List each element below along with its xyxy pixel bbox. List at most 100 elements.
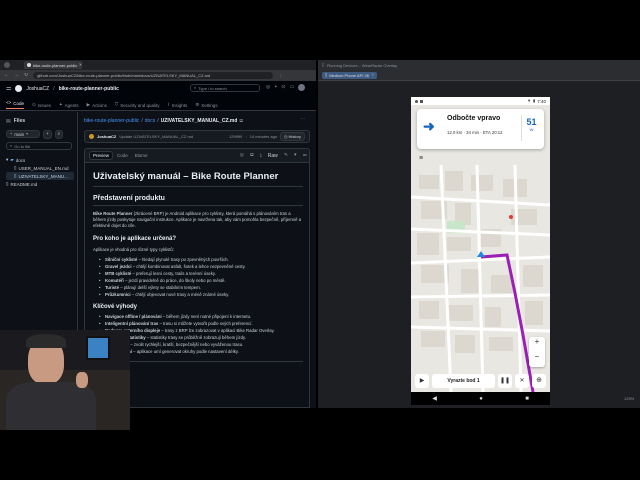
section-who-heading: Pro koho je aplikace určená? [93,236,177,242]
code-tab[interactable]: Code [114,152,131,159]
tab-agents-label: Agents [64,102,79,108]
branch-icon: ⑂ [10,132,13,136]
zoom-out-icon[interactable]: − [529,352,545,367]
list-item-bold: Gravel jezdci [105,264,132,269]
hamburger-menu-icon[interactable]: ☰ [6,86,11,92]
copy-path-icon[interactable]: ⧉ [239,119,243,124]
menu-icon[interactable]: ≡ [419,155,423,162]
pause-icon[interactable]: ❚❚ [498,374,512,388]
zoom-level: 125% [624,396,635,401]
back-icon[interactable]: ◀ [432,396,437,402]
forward-icon[interactable]: → [14,73,19,78]
chevron-down-icon: ▾ [6,156,9,162]
tree-file-user-manual-en[interactable]: ▯ USER_MANUAL_EN.md [6,164,74,172]
tab-actions[interactable]: ▶ Actions [87,102,107,107]
tab-code-label: Code [13,101,25,106]
map-block [491,275,513,293]
search-files-icon[interactable]: ⌕ [54,130,64,139]
repo-owner-link[interactable]: JoshuaCZ [26,86,49,92]
tree-folder-docs[interactable]: ▾ ▰ docs [6,156,74,164]
tree-file-readme[interactable]: ▯ README.md [6,180,74,188]
list-item-text: – zvolit rychlejší, kratší, bezpečnější … [129,342,244,347]
recents-icon[interactable]: ■ [525,396,529,402]
speed-panel: 51 W [521,115,541,141]
waypoint-button[interactable]: Vyrazte bod 1 [432,374,495,388]
search-placeholder: Type / to search [198,85,227,91]
play-icon[interactable]: ▶ [415,374,429,388]
sidebar-toggle-icon[interactable]: ▤ [6,119,11,124]
more-options-icon[interactable]: ⋯ [300,117,305,122]
map-block [445,171,463,191]
list-item: Průzkumníci – chtějí objevovat nové tras… [99,291,303,298]
webcam-person-headphones [26,334,66,348]
poi-marker [509,215,513,219]
tree-item-label: UZIVATELSKY_MANU... [18,173,68,179]
window-menu-icon[interactable] [4,62,10,68]
webcam-person-body [6,382,96,430]
address-bar-text: github.com/JoshuaCZ/bike-route-planner-p… [37,73,211,78]
download-icon[interactable]: ⤓ [260,153,262,158]
recenter-icon[interactable]: ⊕ [532,374,546,388]
tab-issues-label: Issues [37,102,51,108]
shield-icon: ⛉ [114,101,119,107]
copilot-icon[interactable]: ◎ [266,85,270,90]
map-block [455,335,475,353]
close-tab-icon[interactable]: ✕ [79,63,82,67]
device-tab[interactable]: ▯ Medium Phone API 36 ✕ [322,71,378,79]
list-item-text: – chtějí objevovat nové trasy a méně zná… [130,292,230,297]
outline-icon[interactable]: ☰ [303,153,307,158]
breadcrumb-dir-link[interactable]: docs [145,118,156,124]
edit-icon[interactable]: ✎ [284,153,288,158]
emulator-window: ▯ Running Devices – WearRadar Overlay ▯ … [318,60,640,408]
list-item: Silniční cyklisté – hledají plynulé tras… [99,256,303,263]
browser-tab[interactable]: bike-route-planner-public ✕ [24,61,82,69]
repo-name-link[interactable]: bike-route-planner-public [59,86,119,92]
status-time: 7:40 [537,98,546,104]
map-view[interactable]: ➜ Odbočte vpravo 12.0 km · 34 min · ETA … [411,105,550,392]
history-button[interactable]: ◷ History [280,132,305,141]
blame-tab[interactable]: Blame [132,152,151,159]
inbox-icon[interactable]: ▭ [290,85,295,90]
browser-toolbar: ← → ↻ github.com/JoshuaCZ/bike-route-pla… [0,70,316,81]
commit-message[interactable]: Update UZIVATELSKY_MANUAL_CZ.md [119,134,193,139]
commit-hash[interactable]: 129f9f9 [229,134,242,139]
list-item: Komutéři – jezdí pravidelně do práce, do… [99,277,303,284]
plus-icon[interactable]: + [274,85,277,90]
go-to-file-input[interactable]: ⌕ Go to file [6,142,72,150]
add-file-icon[interactable]: + [43,130,52,139]
raw-button[interactable]: Raw [268,153,278,159]
chevron-down-icon[interactable]: ▾ [294,153,297,158]
list-item-text: – hledají plynulé trasy po zpevněných po… [137,257,229,262]
list-item: Inteligentní plánování tras – trasu si m… [99,320,303,327]
chevron-down-icon: ▾ [26,132,29,136]
github-logo-icon[interactable] [15,85,23,92]
tab-agents[interactable]: ✦ Agents [59,102,79,108]
address-bar[interactable]: github.com/JoshuaCZ/bike-route-planner-p… [33,72,274,79]
more-menu-icon[interactable]: ⋮ [278,73,283,78]
zoom-in-icon[interactable]: + [529,337,545,352]
browser-tab-strip: bike-route-planner-public ✕ [0,60,316,70]
home-icon[interactable]: ● [479,396,483,402]
commit-author[interactable]: JoshuaCZ [97,134,116,139]
webcam-overlay [0,330,130,430]
tab-settings-label: Settings [201,102,218,108]
tab-security[interactable]: ⛉ Security and quality [114,101,160,107]
tab-issues[interactable]: ⊙ Issues [32,102,51,108]
copy-icon[interactable]: ⧉ [250,153,254,158]
tree-file-uzivatelsky-manual[interactable]: ▯ UZIVATELSKY_MANU... [6,172,74,180]
back-icon[interactable]: ← [4,73,9,78]
branch-selector[interactable]: ⑂ main ▾ [6,130,40,138]
copilot-icon[interactable]: ◎ [240,153,244,158]
tab-insights[interactable]: ⌇ Insights [168,102,188,107]
search-input[interactable]: ⌕ Type / to search [190,84,260,92]
close-tab-icon[interactable]: ✕ [371,73,374,77]
issues-icon[interactable]: ⊙ [281,85,285,90]
list-item: Turisté – plánují delší výlety se stabil… [99,284,303,291]
reload-icon[interactable]: ↻ [24,73,28,78]
breadcrumb-repo-link[interactable]: bike-route-planner-public [84,118,139,124]
tab-code[interactable]: <> Code [6,101,25,109]
preview-tab[interactable]: Preview [89,151,114,160]
avatar[interactable] [298,84,306,91]
close-icon[interactable]: ✕ [515,374,529,388]
tab-settings[interactable]: ⚙ Settings [195,102,218,108]
